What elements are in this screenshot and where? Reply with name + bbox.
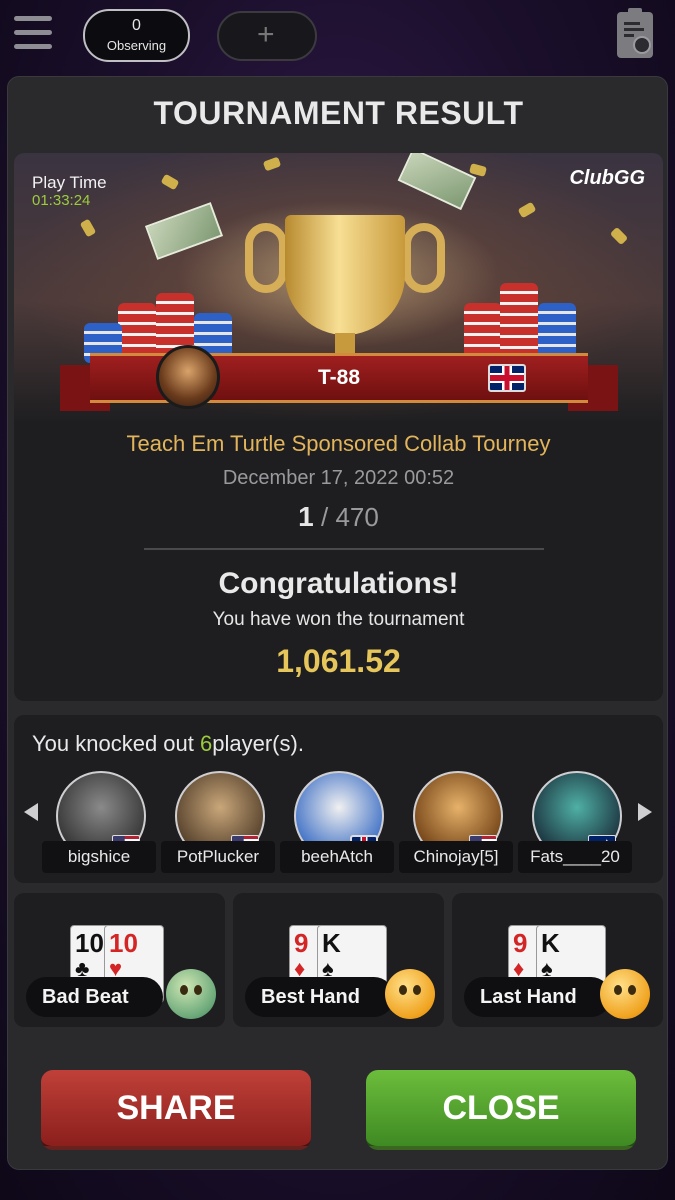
- hand-label: Last Hand: [464, 977, 611, 1017]
- knocked-player[interactable]: PotPlucker: [161, 771, 279, 875]
- player-name: Fats____20: [518, 841, 632, 873]
- pondering-emoji-icon: [600, 969, 650, 1019]
- last-hand-card[interactable]: 9 ♦ K ♠ Last Hand: [452, 893, 663, 1027]
- player-name: beehAtch: [280, 841, 394, 873]
- total-players: 470: [335, 502, 379, 532]
- menu-icon[interactable]: [14, 16, 54, 56]
- add-table-button[interactable]: +: [217, 11, 317, 61]
- play-time-value: 01:33:24: [32, 192, 91, 209]
- observing-count: 0: [132, 17, 141, 34]
- card-rank: 10: [75, 928, 104, 958]
- best-hand-card[interactable]: 9 ♦ K ♠ Best Hand: [233, 893, 444, 1027]
- player-name: Chinojay[5]: [399, 841, 513, 873]
- knocked-player[interactable]: bigshice: [42, 771, 160, 875]
- bad-beat-card[interactable]: 10 ♣ 10 ♥ Bad Beat: [14, 893, 225, 1027]
- card-rank: K: [541, 928, 560, 958]
- panel-title: TOURNAMENT RESULT: [153, 95, 524, 131]
- knockout-summary: You knocked out 6player(s).: [32, 731, 304, 757]
- player-name: PotPlucker: [161, 841, 275, 873]
- winner-avatar: [156, 345, 220, 409]
- finish-position: 1 / 470: [14, 501, 663, 533]
- won-message: You have won the tournament: [212, 609, 465, 630]
- tournament-result-panel: TOURNAMENT RESULT Play Time 01:33:24 Clu…: [7, 76, 668, 1170]
- knockout-suffix: player(s).: [212, 731, 304, 756]
- card-rank: 9: [513, 928, 528, 958]
- divider: [144, 548, 544, 550]
- prize-amount: 1,061.52: [276, 643, 401, 679]
- hand-label: Best Hand: [245, 977, 394, 1017]
- place-value: 1: [298, 501, 314, 532]
- hand-history-icon[interactable]: [617, 8, 653, 58]
- tournament-name: Teach Em Turtle Sponsored Collab Tourney: [126, 431, 551, 456]
- place-separator: /: [320, 502, 329, 532]
- scroll-right-arrow-icon[interactable]: [638, 803, 652, 821]
- sick-emoji-icon: [166, 969, 216, 1019]
- top-bar: 0 Observing +: [0, 0, 675, 70]
- tournament-date: December 17, 2022 00:52: [222, 467, 455, 489]
- knocked-player[interactable]: Chinojay[5]: [399, 771, 517, 875]
- close-button[interactable]: CLOSE: [366, 1070, 636, 1150]
- plus-icon: +: [257, 18, 275, 51]
- card-rank: 10: [109, 928, 138, 958]
- player-name: bigshice: [42, 841, 156, 873]
- trophy-banner: Play Time 01:33:24 ClubGG T-88: [14, 153, 663, 423]
- knocked-player[interactable]: beehAtch: [280, 771, 398, 875]
- play-time-label: Play Time: [32, 173, 107, 192]
- knocked-player[interactable]: Fats____20: [518, 771, 632, 875]
- observing-label: Observing: [106, 38, 167, 53]
- clubgg-logo: ClubGG: [569, 167, 645, 189]
- knockout-prefix: You knocked out: [32, 731, 194, 756]
- thinking-emoji-icon: [385, 969, 435, 1019]
- share-button[interactable]: SHARE: [41, 1070, 311, 1150]
- knockout-count: 6: [200, 731, 213, 756]
- result-card: Play Time 01:33:24 ClubGG T-88 Teach Em …: [14, 153, 663, 701]
- scroll-left-arrow-icon[interactable]: [24, 803, 38, 821]
- uk-flag-icon: [488, 364, 526, 392]
- card-rank: 9: [294, 928, 309, 958]
- hand-label: Bad Beat: [26, 977, 163, 1017]
- card-rank: K: [322, 928, 341, 958]
- knockout-card: You knocked out 6player(s). bigshice Pot…: [14, 715, 663, 883]
- congrats-heading: Congratulations!: [218, 567, 459, 600]
- observing-button[interactable]: 0 Observing: [83, 9, 190, 62]
